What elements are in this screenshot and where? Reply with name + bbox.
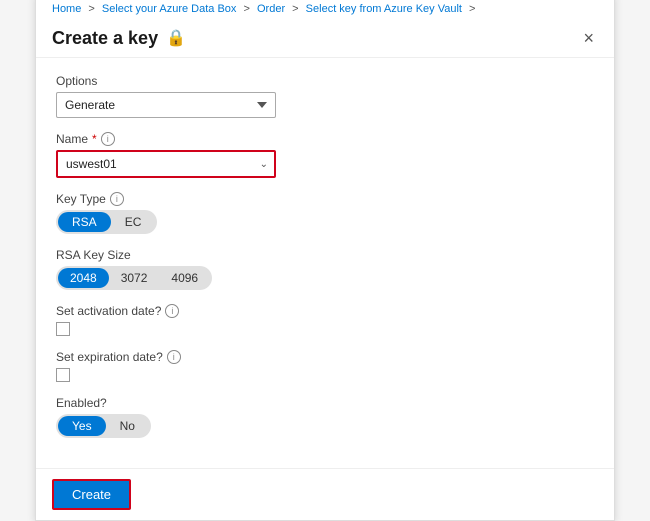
dialog-header: Create a key 🔒 × bbox=[36, 19, 614, 58]
options-select[interactable]: Generate bbox=[56, 92, 276, 118]
close-button[interactable]: × bbox=[579, 27, 598, 49]
enabled-yes-button[interactable]: Yes bbox=[58, 416, 106, 436]
enabled-no-button[interactable]: No bbox=[106, 416, 149, 436]
key-type-toggle: RSA EC bbox=[56, 210, 157, 234]
rsa-size-3072-button[interactable]: 3072 bbox=[109, 268, 160, 288]
lock-icon: 🔒 bbox=[166, 28, 186, 48]
dialog-body: Options Generate Name * i ⌄ Key Type i bbox=[36, 58, 614, 468]
dialog-footer: Create bbox=[36, 468, 614, 520]
expiration-date-label: Set expiration date? i bbox=[56, 350, 594, 364]
activation-date-label: Set activation date? i bbox=[56, 304, 594, 318]
name-info-icon[interactable]: i bbox=[101, 132, 115, 146]
breadcrumb-order[interactable]: Order bbox=[257, 3, 285, 15]
activation-info-icon[interactable]: i bbox=[165, 304, 179, 318]
name-input-wrapper: ⌄ bbox=[56, 150, 276, 178]
key-type-ec-button[interactable]: EC bbox=[111, 212, 156, 232]
key-type-group: Key Type i RSA EC bbox=[56, 192, 594, 234]
breadcrumb: Home > Select your Azure Data Box > Orde… bbox=[36, 0, 614, 19]
name-label: Name * i bbox=[56, 132, 594, 146]
breadcrumb-select-data-box[interactable]: Select your Azure Data Box bbox=[102, 3, 237, 15]
options-label: Options bbox=[56, 74, 594, 88]
enabled-label: Enabled? bbox=[56, 396, 594, 410]
breadcrumb-home[interactable]: Home bbox=[52, 3, 81, 15]
create-button[interactable]: Create bbox=[52, 479, 131, 510]
enabled-group: Enabled? Yes No bbox=[56, 396, 594, 438]
name-group: Name * i ⌄ bbox=[56, 132, 594, 178]
rsa-key-size-label: RSA Key Size bbox=[56, 248, 594, 262]
options-group: Options Generate bbox=[56, 74, 594, 118]
name-input[interactable] bbox=[58, 152, 254, 176]
name-chevron-icon: ⌄ bbox=[254, 159, 274, 170]
expiration-info-icon[interactable]: i bbox=[167, 350, 181, 364]
rsa-size-2048-button[interactable]: 2048 bbox=[58, 268, 109, 288]
expiration-date-group: Set expiration date? i bbox=[56, 350, 594, 382]
expiration-date-checkbox[interactable] bbox=[56, 368, 70, 382]
enabled-toggle: Yes No bbox=[56, 414, 151, 438]
required-indicator: * bbox=[92, 132, 97, 146]
dialog-title: Create a key bbox=[52, 28, 158, 49]
key-type-info-icon[interactable]: i bbox=[110, 192, 124, 206]
breadcrumb-select-key[interactable]: Select key from Azure Key Vault bbox=[306, 3, 462, 15]
rsa-key-size-group: RSA Key Size 2048 3072 4096 bbox=[56, 248, 594, 290]
rsa-key-size-toggle: 2048 3072 4096 bbox=[56, 266, 212, 290]
activation-date-group: Set activation date? i bbox=[56, 304, 594, 336]
activation-date-checkbox[interactable] bbox=[56, 322, 70, 336]
create-key-dialog: Home > Select your Azure Data Box > Orde… bbox=[35, 0, 615, 521]
key-type-rsa-button[interactable]: RSA bbox=[58, 212, 111, 232]
key-type-label: Key Type i bbox=[56, 192, 594, 206]
rsa-size-4096-button[interactable]: 4096 bbox=[159, 268, 210, 288]
